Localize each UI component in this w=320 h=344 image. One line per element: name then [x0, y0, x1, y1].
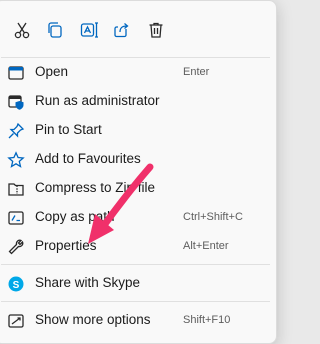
separator	[1, 301, 270, 302]
menu-item-add-to-favourites[interactable]: Add to Favourites	[0, 145, 272, 174]
menu-item-label: Add to Favourites	[35, 151, 141, 166]
menu-item-label: Run as administrator	[35, 93, 160, 108]
menu-item-pin-to-start[interactable]: Pin to Start	[0, 116, 272, 145]
delete-button[interactable]	[142, 18, 170, 46]
rename-icon	[79, 20, 99, 45]
copy-button[interactable]	[41, 18, 69, 46]
shield-icon	[6, 92, 26, 112]
cut-button[interactable]	[8, 18, 36, 46]
menu-item-shortcut: Shift+F10	[183, 314, 231, 326]
menu-item-run-as-administrator[interactable]: Run as administrator	[0, 87, 272, 116]
menu-item-label: Share with Skype	[35, 275, 141, 290]
context-menu: Open Enter Run as administrator Pin to S…	[0, 0, 277, 344]
menu-item-show-more-options[interactable]: Show more options Shift+F10	[0, 306, 272, 335]
menu-item-label: Open	[35, 64, 69, 79]
menu-item-label: Pin to Start	[35, 122, 102, 137]
copy-icon	[45, 20, 65, 45]
delete-icon	[146, 20, 166, 45]
open-window-icon	[6, 63, 26, 83]
copy-path-icon	[6, 208, 26, 228]
share-button[interactable]	[108, 18, 136, 46]
quick-actions-bar	[0, 1, 276, 57]
share-icon	[112, 20, 132, 45]
cut-icon	[12, 20, 32, 45]
menu-item-shortcut: Enter	[183, 66, 210, 78]
skype-icon: S	[6, 274, 26, 294]
menu-item-shortcut: Alt+Enter	[183, 240, 229, 252]
star-icon	[6, 150, 26, 170]
menu-item-label: Show more options	[35, 312, 151, 327]
more-options-icon	[6, 311, 26, 331]
separator	[1, 264, 270, 265]
rename-button[interactable]	[75, 18, 103, 46]
svg-text:S: S	[13, 280, 20, 291]
menu-item-shortcut: Ctrl+Shift+C	[183, 211, 243, 223]
menu-item-open[interactable]: Open Enter	[0, 58, 272, 87]
menu-item-label: Copy as path	[35, 209, 115, 224]
menu-item-properties[interactable]: Properties Alt+Enter	[0, 232, 272, 261]
menu-item-copy-as-path[interactable]: Copy as path Ctrl+Shift+C	[0, 203, 272, 232]
zip-folder-icon	[6, 179, 26, 199]
pin-icon	[6, 121, 26, 141]
wrench-icon	[6, 237, 26, 257]
menu-item-label: Properties	[35, 238, 97, 253]
menu-item-share-with-skype[interactable]: S Share with Skype	[0, 269, 272, 298]
menu-item-label: Compress to Zip file	[35, 180, 156, 195]
menu-item-compress-to-zip[interactable]: Compress to Zip file	[0, 174, 272, 203]
